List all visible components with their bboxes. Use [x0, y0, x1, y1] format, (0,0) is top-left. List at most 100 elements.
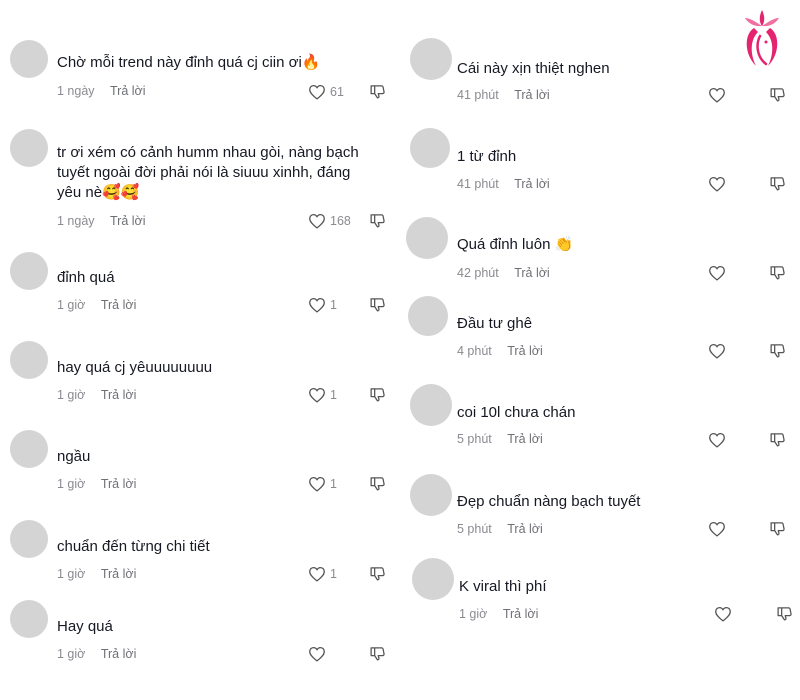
dislike-button[interactable] [769, 175, 786, 192]
heart-icon [309, 297, 325, 313]
comment-text-line: yêu nè🥰🥰 [57, 184, 140, 201]
comment-text: Quá đỉnh luôn 👏 [457, 236, 574, 253]
like-button[interactable]: 1 [308, 297, 337, 313]
dislike-button[interactable] [769, 520, 786, 537]
comment-text-line: tr ơi xém có cảnh humm nhau gòi, nàng bạ… [57, 144, 359, 161]
like-button[interactable] [714, 606, 732, 622]
dislike-button[interactable] [369, 212, 386, 229]
comment-meta: 5 phút Trả lời [457, 522, 543, 536]
avatar[interactable] [10, 129, 48, 167]
avatar[interactable] [410, 38, 452, 80]
thumbs-down-icon [770, 177, 785, 191]
thumbs-down-icon [370, 647, 385, 661]
thumbs-down-icon [370, 214, 385, 228]
comment-meta: 1 giờ Trả lời [459, 607, 538, 621]
like-button[interactable]: 1 [308, 476, 337, 492]
like-count: 61 [330, 85, 344, 99]
comment-text: coi 10l chưa chán [457, 404, 576, 421]
like-button[interactable]: 1 [308, 387, 337, 403]
comment-meta: 1 giờ Trả lời [57, 477, 136, 491]
comment-time: 5 phút [457, 432, 492, 446]
comment-time: 1 giờ [57, 388, 86, 402]
reply-button[interactable]: Trả lời [514, 266, 550, 280]
like-button[interactable] [708, 432, 726, 448]
thumbs-down-icon [770, 266, 785, 280]
like-button[interactable] [708, 176, 726, 192]
comment-time: 1 giờ [57, 567, 86, 581]
like-button[interactable] [708, 343, 726, 359]
thumbs-down-icon [777, 607, 792, 621]
comment-text: Đầu tư ghê [457, 315, 533, 332]
dislike-button[interactable] [776, 605, 793, 622]
comment-text: Cái này xịn thiệt nghen [457, 60, 610, 77]
reply-button[interactable]: Trả lời [101, 567, 137, 581]
reply-button[interactable]: Trả lời [110, 214, 146, 228]
avatar[interactable] [10, 341, 48, 379]
comment-text: Đẹp chuẩn nàng bạch tuyết [457, 493, 641, 510]
avatar[interactable] [410, 128, 450, 168]
reply-button[interactable]: Trả lời [507, 432, 543, 446]
reply-button[interactable]: Trả lời [507, 522, 543, 536]
avatar[interactable] [410, 384, 452, 426]
avatar[interactable] [410, 474, 452, 516]
thumbs-down-icon [770, 433, 785, 447]
comment-meta: 1 ngày Trả lời [57, 84, 146, 98]
like-button[interactable] [708, 87, 726, 103]
comment-text: Chờ mỗi trend này đỉnh quá cj ciin ơi🔥 [57, 54, 321, 71]
comment-time: 1 ngày [57, 84, 95, 98]
reply-button[interactable]: Trả lời [101, 388, 137, 402]
comment-time: 42 phút [457, 266, 499, 280]
pink-lotus-face-logo-icon [745, 10, 779, 66]
dislike-button[interactable] [769, 264, 786, 281]
like-button[interactable] [708, 265, 726, 281]
heart-icon [309, 213, 325, 229]
avatar[interactable] [10, 430, 48, 468]
comment-meta: 1 giờ Trả lời [57, 567, 136, 581]
like-button[interactable] [708, 521, 726, 537]
dislike-button[interactable] [369, 565, 386, 582]
heart-icon [715, 606, 731, 622]
dislike-button[interactable] [369, 645, 386, 662]
heart-icon [709, 265, 725, 281]
reply-button[interactable]: Trả lời [101, 298, 137, 312]
thumbs-down-icon [370, 298, 385, 312]
like-button[interactable]: 1 [308, 566, 337, 582]
dislike-button[interactable] [769, 342, 786, 359]
like-button[interactable]: 61 [308, 84, 344, 100]
thumbs-down-icon [770, 88, 785, 102]
dislike-button[interactable] [769, 431, 786, 448]
reply-button[interactable]: Trả lời [503, 607, 539, 621]
dislike-button[interactable] [369, 475, 386, 492]
like-button[interactable]: 168 [308, 213, 351, 229]
comment-meta: 1 giờ Trả lời [57, 298, 136, 312]
comment-time: 5 phút [457, 522, 492, 536]
dislike-button[interactable] [369, 386, 386, 403]
dislike-button[interactable] [369, 296, 386, 313]
reply-button[interactable]: Trả lời [101, 647, 137, 661]
comment-text: ngầu [57, 448, 91, 465]
dislike-button[interactable] [369, 83, 386, 100]
avatar[interactable] [412, 558, 454, 600]
reply-button[interactable]: Trả lời [101, 477, 137, 491]
like-button[interactable] [308, 646, 326, 662]
heart-icon [309, 646, 325, 662]
heart-icon [309, 476, 325, 492]
like-count: 1 [330, 388, 337, 402]
comment-time: 41 phút [457, 177, 499, 191]
reply-button[interactable]: Trả lời [110, 84, 146, 98]
comment-time: 1 giờ [57, 477, 86, 491]
comment-time: 1 giờ [57, 298, 86, 312]
like-count: 1 [330, 477, 337, 491]
avatar[interactable] [408, 296, 448, 336]
reply-button[interactable]: Trả lời [507, 344, 543, 358]
avatar[interactable] [10, 520, 48, 558]
avatar[interactable] [10, 600, 48, 638]
comment-meta: 5 phút Trả lời [457, 432, 543, 446]
thumbs-down-icon [770, 344, 785, 358]
avatar[interactable] [10, 40, 48, 78]
reply-button[interactable]: Trả lời [514, 88, 550, 102]
avatar[interactable] [10, 252, 48, 290]
dislike-button[interactable] [769, 86, 786, 103]
reply-button[interactable]: Trả lời [514, 177, 550, 191]
avatar[interactable] [406, 217, 448, 259]
